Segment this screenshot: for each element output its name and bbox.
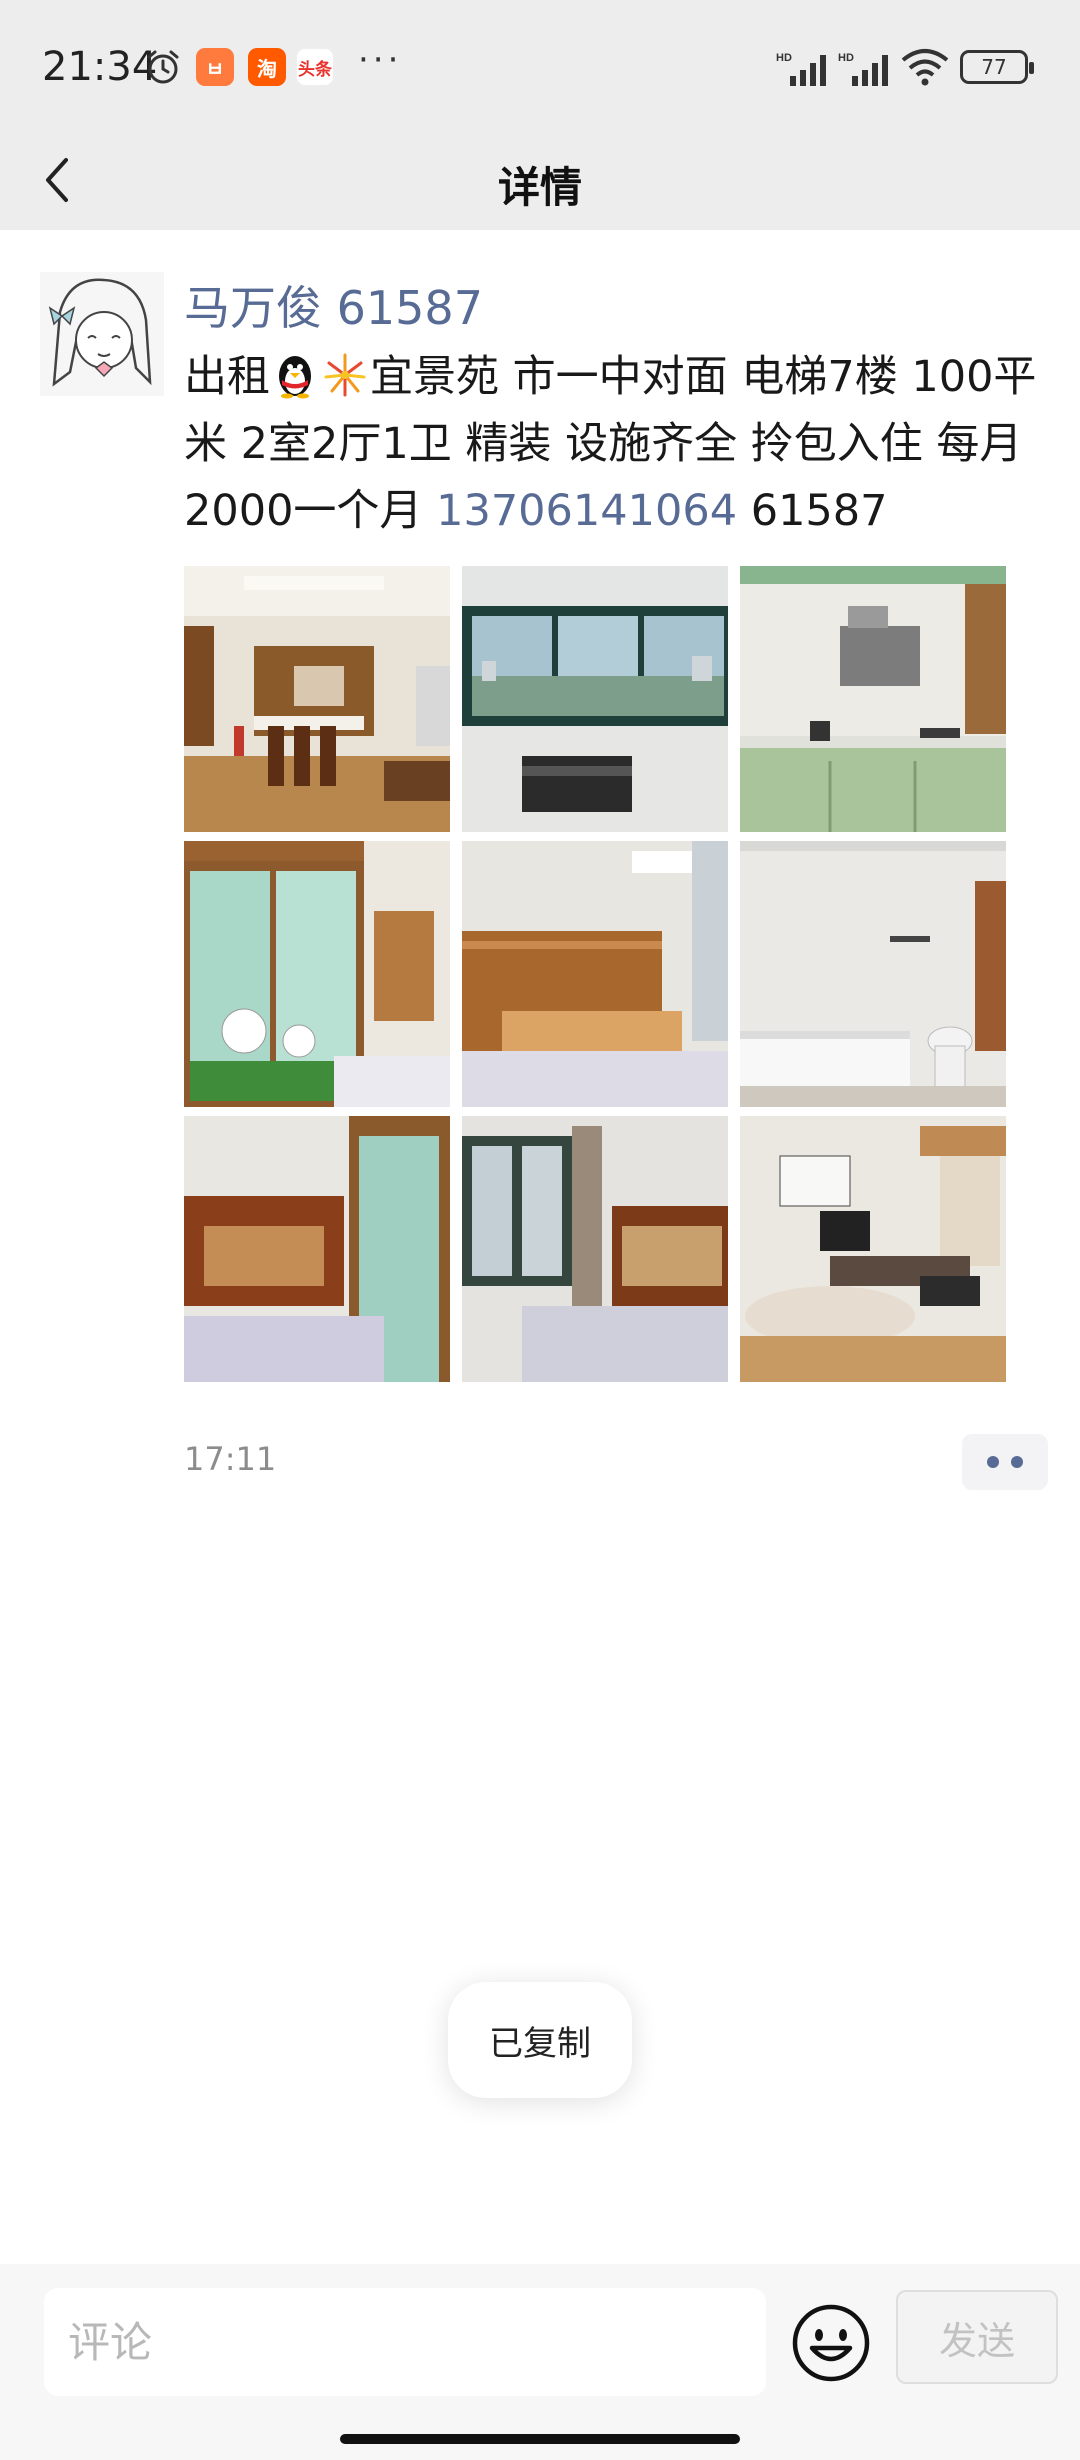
post-text-part-3: 61587 xyxy=(737,486,888,536)
home-indicator[interactable] xyxy=(340,2434,740,2444)
kitchen-photo[interactable] xyxy=(740,566,1006,832)
living-dining-room-photo[interactable] xyxy=(184,566,450,832)
wifi-icon xyxy=(901,49,949,86)
alarm-icon xyxy=(147,50,179,84)
copied-toast: 已复制 xyxy=(448,1982,632,2098)
bedroom-wardrobe-photo[interactable] xyxy=(184,1116,450,1382)
svg-text:HD: HD xyxy=(838,52,854,64)
dot-icon xyxy=(987,1456,999,1468)
toutiao-icon: 头条 xyxy=(296,48,334,86)
bedroom-headboard-photo[interactable] xyxy=(462,841,728,1107)
status-more-icon: ··· xyxy=(358,40,403,80)
taobao-icon: 淘 xyxy=(248,48,286,86)
nav-bar: 详情 xyxy=(0,130,1080,230)
penguin-emoji-icon xyxy=(279,356,311,399)
post-text[interactable]: 出租 宜景苑 市一中对面 电梯7楼 100平米 2室2厅1卫 精装 设施齐全 拎… xyxy=(184,344,1054,545)
shopping-app-icon: ㅂ xyxy=(196,48,234,86)
signal-hd-icon-2: HD xyxy=(838,52,888,86)
phone-number-link[interactable]: 13706141064 xyxy=(436,486,737,536)
comment-input[interactable] xyxy=(44,2288,766,2396)
post-text-part-1: 出租 xyxy=(184,352,270,402)
signal-hd-icon: HD xyxy=(776,52,826,86)
comment-bar: 发送 xyxy=(0,2264,1080,2460)
author-name[interactable]: 马万俊 61587 xyxy=(184,272,483,338)
send-button[interactable]: 发送 xyxy=(896,2290,1058,2384)
post-time: 17:11 xyxy=(184,1440,277,1478)
fireworks-emoji-icon xyxy=(324,353,366,397)
page-title: 详情 xyxy=(497,163,582,212)
dot-icon xyxy=(1011,1456,1023,1468)
smiley-face-icon[interactable] xyxy=(790,2302,872,2384)
svg-text:HD: HD xyxy=(776,52,792,64)
more-actions-button[interactable] xyxy=(962,1434,1048,1490)
battery-icon: 77 xyxy=(960,50,1034,84)
status-time: 21:34 xyxy=(42,44,158,90)
bathroom-bathtub-photo[interactable] xyxy=(740,841,1006,1107)
bedroom-window-photo[interactable] xyxy=(462,1116,728,1382)
living-room-photo[interactable] xyxy=(740,1116,1006,1382)
window-view-photo[interactable] xyxy=(462,566,728,832)
photo-grid xyxy=(184,566,1006,1382)
status-bar: 21:34 ㅂ 淘 头条 ··· HD HD 77 xyxy=(0,0,1080,130)
bedroom-hello-kitty-wardrobe-photo[interactable] xyxy=(184,841,450,1107)
author-avatar[interactable] xyxy=(40,272,164,396)
avatar-illustration xyxy=(40,272,164,396)
